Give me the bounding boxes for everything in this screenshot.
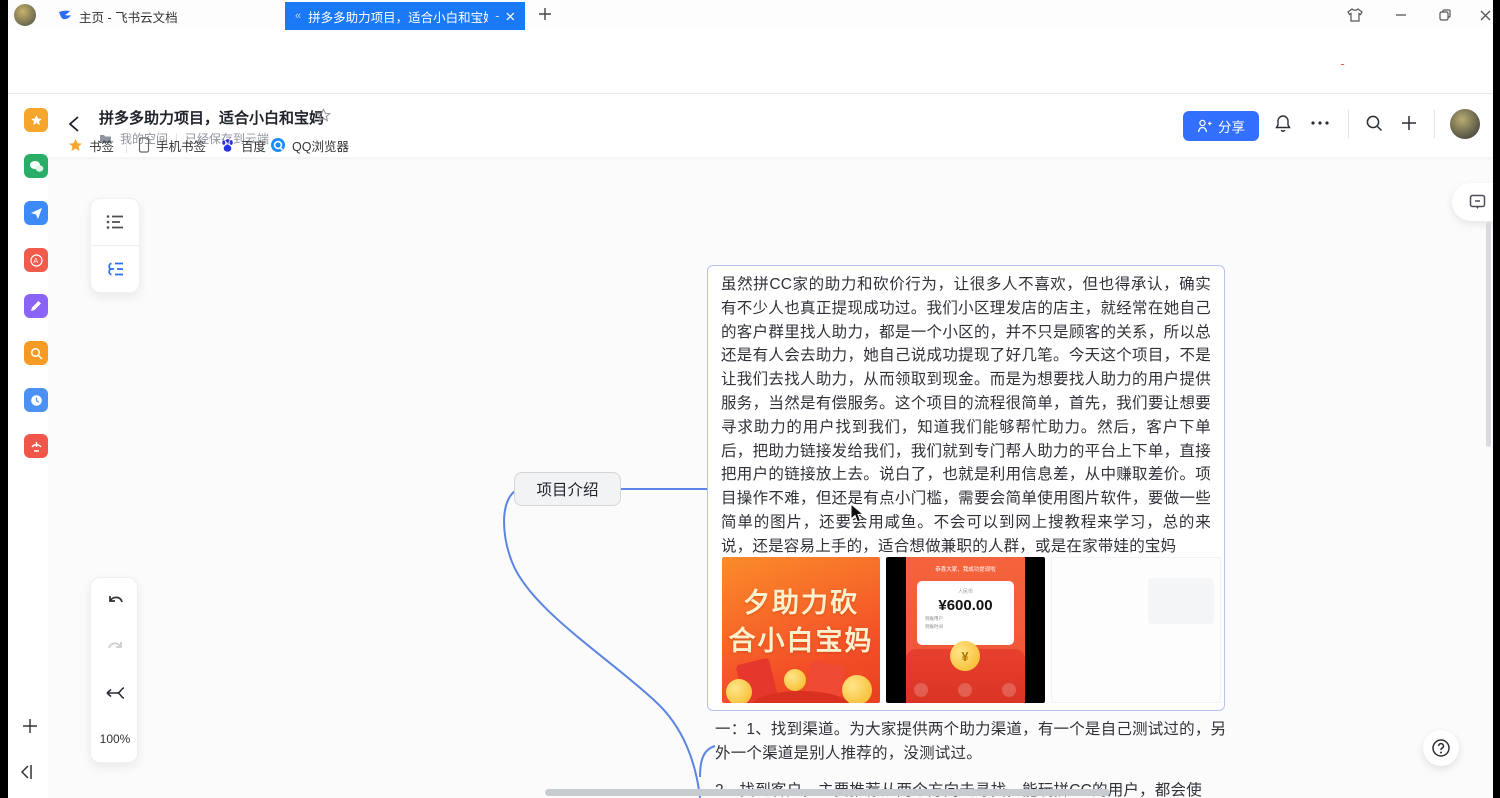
browser-avatar[interactable] [14,4,36,26]
light-screenshot-image[interactable] [1051,557,1221,703]
send-plane-icon[interactable] [24,201,48,225]
browser-navbar: S 景区回应将张鸯写成张赛 译 新 2 [8,30,1493,65]
restore-icon[interactable] [1430,4,1460,26]
tab-doc-icon: « [295,10,301,22]
more-ellipsis-icon[interactable] [1310,120,1330,126]
withdraw-screen: 恭喜大家，我成功提现啦 人民币 ¥600.00 到账用户 到账时间 ¥ [906,557,1025,703]
withdraw-screenshot-image[interactable]: 恭喜大家，我成功提现啦 人民币 ¥600.00 到账用户 到账时间 ¥ [886,557,1045,703]
wechat-icon[interactable] [24,154,48,178]
comment-panel-toggle[interactable] [1452,183,1493,221]
history-clock-icon[interactable] [24,388,48,412]
redo-button[interactable] [91,624,139,670]
promo-banner-image[interactable]: 夕助力砍 合小白宝妈 [722,557,880,703]
faint-block [1148,578,1214,624]
translate-tool-icon[interactable]: A [24,248,48,272]
mini-icon [914,683,928,697]
view-switcher [90,198,140,293]
mindmap-node-project-intro[interactable]: 项目介绍 [514,472,621,506]
browser-titlebar: 主页 - 飞书云文档 « 拼多多助力项目，适合小白和宝妈 - [8,0,1493,30]
star-icon [68,138,83,153]
minimize-icon[interactable] [1386,4,1416,26]
mindmap-node-channel-text[interactable]: 一：1、找到渠道。为大家提供两个助力渠道，有一个是自己测试过的，另外一个渠道是别… [715,718,1227,766]
tab-home[interactable]: 主页 - 飞书云文档 [48,2,284,30]
notifications-bell-icon[interactable] [1274,114,1292,133]
gold-coin [784,669,806,691]
canvas-toolbar: 100% [90,577,138,763]
tab-suffix: - [495,9,499,23]
mindmap-view-button[interactable] [91,246,139,292]
share-button[interactable]: 分享 [1183,111,1259,141]
collect-star-icon[interactable] [24,108,48,132]
collapse-sidebar-icon[interactable] [18,762,36,782]
bookmark-label: 手机书签 [156,136,206,155]
add-panel-button[interactable] [20,716,40,736]
svg-text:A: A [33,258,38,265]
feishu-favicon [58,9,72,23]
note-pen-icon[interactable] [24,294,48,318]
doc-search-icon[interactable] [1365,114,1383,132]
tab-document[interactable]: « 拼多多助力项目，适合小白和宝妈 - [285,2,525,30]
bookmark-baidu[interactable]: 百度 [220,135,266,155]
vertical-scrollbar[interactable] [1486,222,1491,447]
mindmap-node-content[interactable]: 虽然拼CC家的助力和砍价行为，让很多人不喜欢，但也得承认，确实有不少人也真正提现… [707,265,1225,711]
banner-line1: 夕助力砍 [722,581,880,620]
qq-browser-icon [270,137,286,153]
divider [1348,110,1349,138]
user-avatar[interactable] [1450,109,1480,139]
outline-view-button[interactable] [91,199,139,245]
share-person-icon [1197,119,1212,133]
pdf-tool-icon[interactable] [24,434,48,458]
bookmark-label: 百度 [241,136,266,155]
gold-coin [842,675,872,703]
share-label: 分享 [1218,116,1245,136]
doc-back-icon[interactable] [66,114,84,134]
theme-shirt-icon[interactable] [1340,4,1370,26]
help-button[interactable] [1423,730,1459,766]
doc-title: 拼多多助力项目，适合小白和宝妈 [99,107,324,128]
left-black-strip [0,0,8,798]
tab-title: 主页 - 飞书云文档 [79,7,178,26]
doc-add-icon[interactable] [1400,114,1418,132]
bookmark-qq-browser[interactable]: QQ浏览器 [270,135,349,155]
favorite-star-icon[interactable] [316,108,331,123]
mindmap-canvas[interactable]: 100% 项目介绍 虽然拼CC家的助力和砍价行为，让很多人不喜欢，但也得承认，确… [48,157,1493,798]
amount-row: 到账用户 [925,616,1014,622]
project-description-text: 虽然拼CC家的助力和砍价行为，让很多人不喜欢，但也得承认，确实有不少人也真正提现… [721,273,1211,559]
undo-button[interactable] [91,578,139,624]
browser-side-rail: A [8,94,48,798]
bookmarks-bar: 书签 手机书签 百度 QQ浏览器 [8,65,1493,94]
divider [1434,110,1435,138]
mini-icon [958,683,972,697]
comment-bubble-icon [1469,194,1486,210]
bookmark-label: QQ浏览器 [292,136,349,155]
screen: 主页 - 飞书云文档 « 拼多多助力项目，适合小白和宝妈 - [0,0,1500,798]
zoom-level[interactable]: 100% [91,716,139,762]
search-tool-icon[interactable] [24,341,48,365]
divider [126,137,127,153]
phone-icon [138,137,150,153]
baidu-icon [220,138,235,153]
gold-coin [726,679,752,703]
mouse-cursor [850,503,865,524]
new-tab-button[interactable] [536,5,554,23]
currency-label: 人民币 [917,588,1014,595]
bookmark-label: 书签 [89,136,114,155]
collapse-branches-button[interactable] [91,670,139,716]
question-icon [1431,738,1451,758]
close-tab-icon[interactable] [506,12,515,21]
gold-coin: ¥ [950,641,980,671]
amount-row: 到账时间 [925,624,1014,630]
banner-line2: 合小白宝妈 [722,619,880,658]
tab-title: 拼多多助力项目，适合小白和宝妈 [308,7,488,26]
node-label: 项目介绍 [536,478,598,500]
amount-card: 人民币 ¥600.00 到账用户 到账时间 [917,581,1014,645]
horizontal-scrollbar[interactable] [545,789,1110,796]
mini-icon [1002,683,1016,697]
withdraw-quote: 恭喜大家，我成功提现啦 [906,565,1025,573]
right-black-strip [1493,0,1500,798]
bookmark-mobile[interactable]: 手机书签 [138,135,206,155]
bookmark-folder[interactable]: 书签 [68,135,114,155]
amount-value: ¥600.00 [917,597,1014,614]
